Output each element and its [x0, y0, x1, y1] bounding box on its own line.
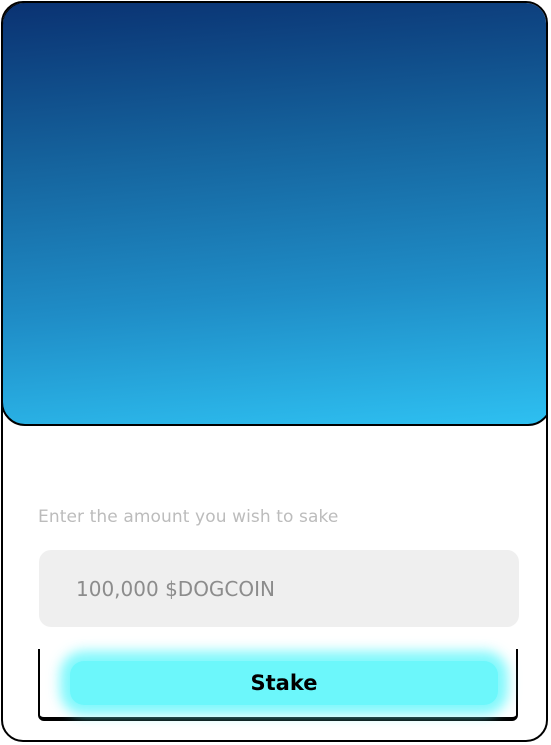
stake-button-frame: Stake	[38, 649, 518, 721]
stake-button[interactable]: Stake	[70, 661, 498, 705]
amount-input[interactable]	[39, 550, 519, 627]
stake-card: Enter the amount you wish to sake Stake	[1, 1, 548, 742]
hero-banner	[3, 3, 546, 426]
amount-prompt: Enter the amount you wish to sake	[38, 507, 339, 527]
